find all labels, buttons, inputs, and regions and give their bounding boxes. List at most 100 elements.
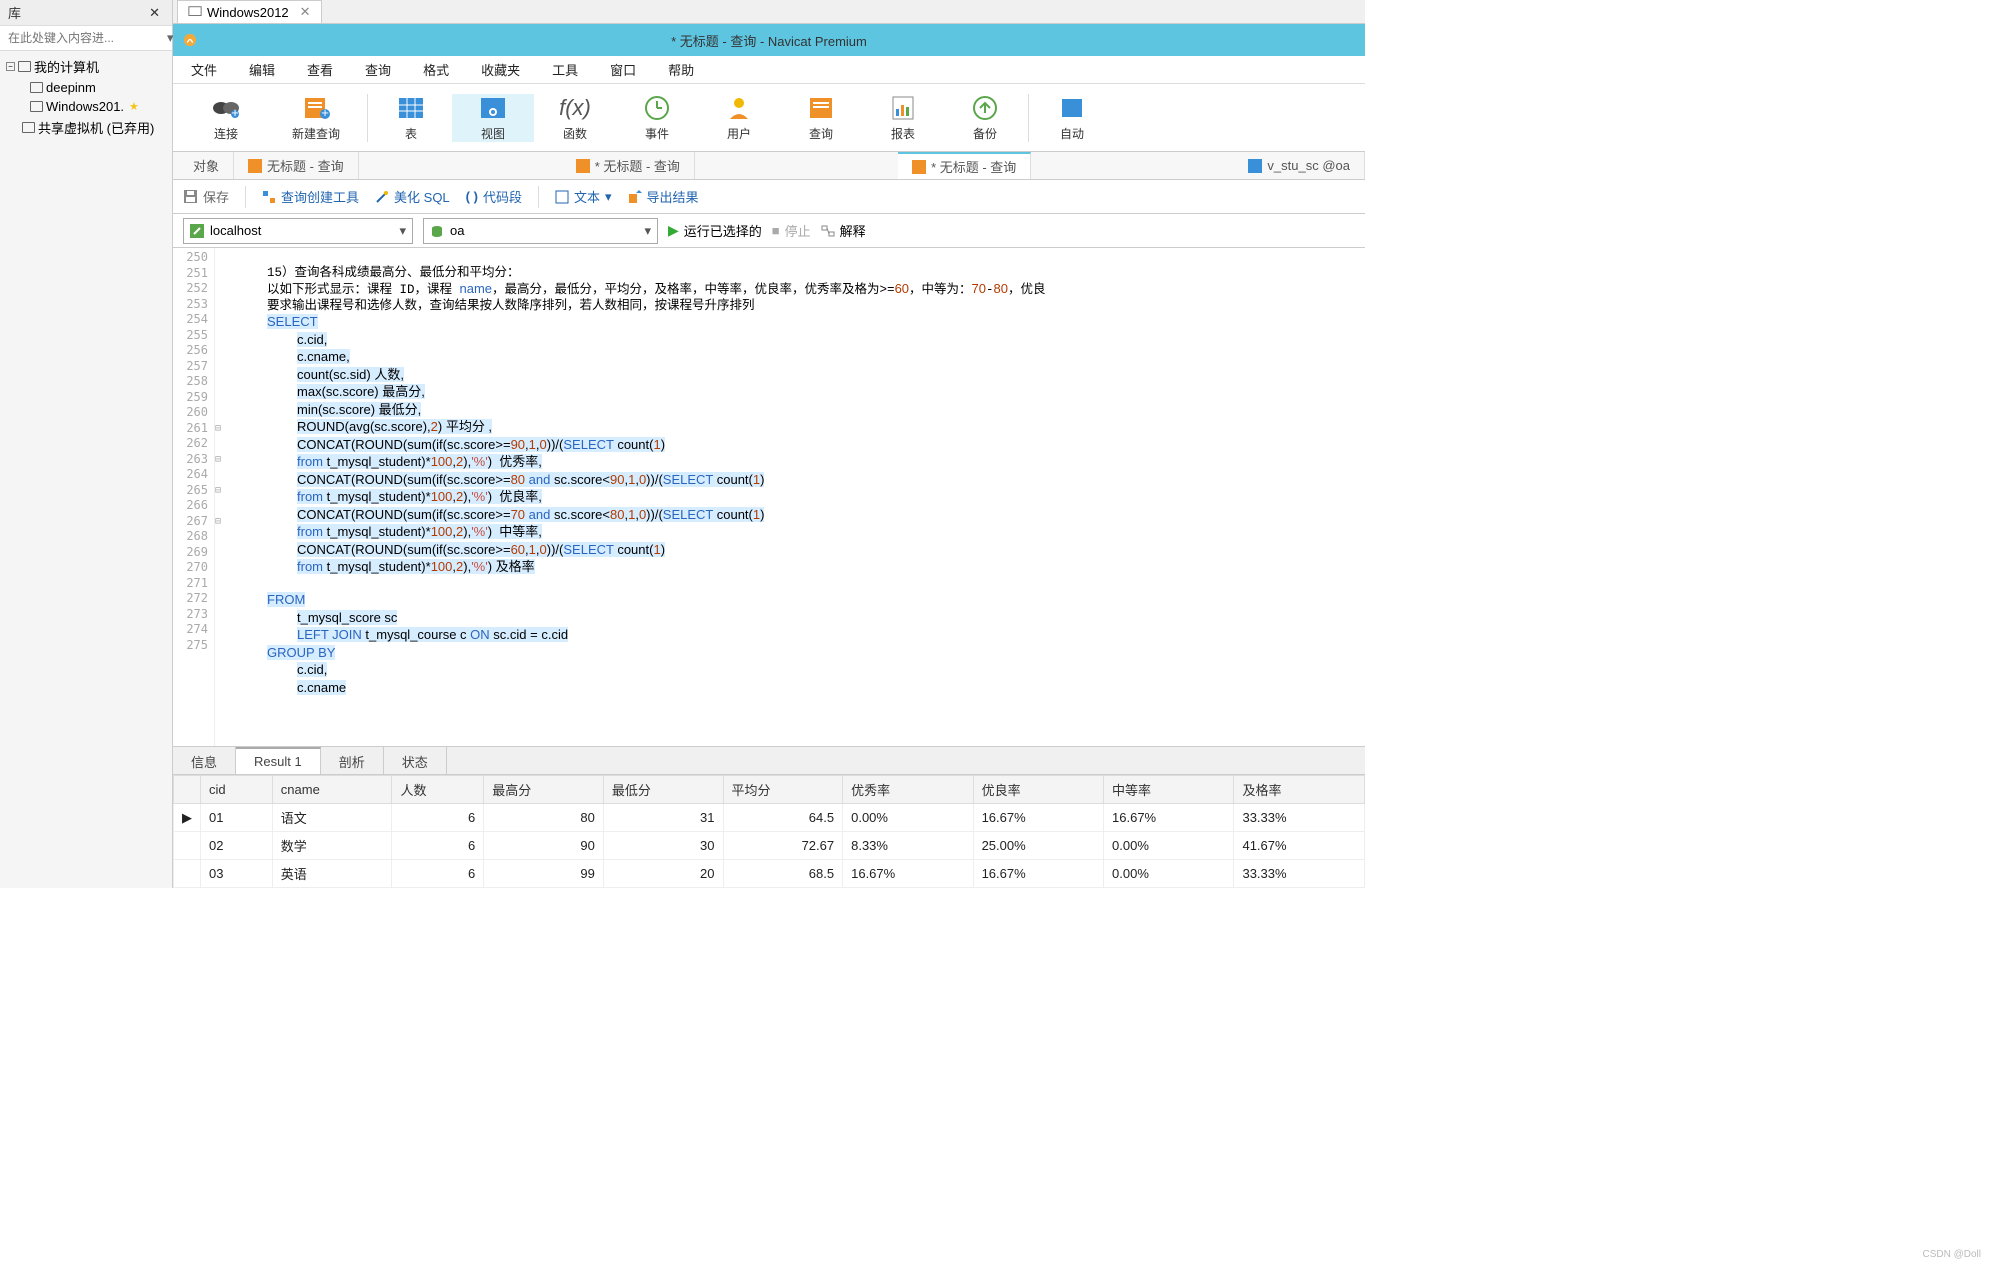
- collapse-icon[interactable]: −: [6, 62, 15, 71]
- code-editor[interactable]: 250 251 252 253 254 255 256 257 258 259 …: [173, 248, 1365, 746]
- menu-window[interactable]: 窗口: [610, 60, 636, 79]
- menu-help[interactable]: 帮助: [668, 60, 694, 79]
- result-tab-result1[interactable]: Result 1: [236, 747, 321, 774]
- vm-tab[interactable]: Windows2012 ✕: [177, 0, 322, 23]
- view-icon: [479, 96, 507, 120]
- chevron-down-icon: ▾: [605, 189, 612, 205]
- menu-view[interactable]: 查看: [307, 60, 333, 79]
- text-button[interactable]: 文本▾: [555, 187, 612, 206]
- menu-query[interactable]: 查询: [365, 60, 391, 79]
- table-icon: [397, 96, 425, 120]
- navicat-logo-icon: [183, 33, 197, 47]
- run-button[interactable]: ▶运行已选择的: [668, 221, 762, 240]
- table-row[interactable]: ▶01语文6803164.50.00%16.67%16.67%33.33%: [174, 804, 1365, 832]
- tab-query-2[interactable]: * 无标题 - 查询: [562, 152, 695, 179]
- text-icon: [555, 190, 569, 204]
- close-icon[interactable]: ✕: [300, 4, 311, 20]
- tree-item-deepinm[interactable]: deepinm: [2, 78, 170, 97]
- beautify-button[interactable]: 美化 SQL: [375, 187, 450, 206]
- tree: − 我的计算机 deepinm Windows201. ★ 共享虚拟机 (已弃用…: [0, 51, 172, 143]
- close-icon[interactable]: ✕: [145, 5, 164, 21]
- tree-item-shared[interactable]: 共享虚拟机 (已弃用): [2, 116, 170, 139]
- grid-header[interactable]: cid: [201, 776, 273, 804]
- grid-header[interactable]: 最高分: [484, 776, 604, 804]
- result-tab-status[interactable]: 状态: [384, 747, 447, 774]
- title-bar: * 无标题 - 查询 - Navicat Premium: [173, 24, 1365, 56]
- tool-report[interactable]: 报表: [862, 94, 944, 142]
- vm-icon: [30, 101, 43, 112]
- document-tab-bar: 对象 无标题 - 查询 * 无标题 - 查询 * 无标题 - 查询 v_stu_…: [173, 152, 1365, 180]
- clock-icon: [644, 95, 670, 121]
- tool-user[interactable]: 用户: [698, 94, 780, 142]
- vm-tab-bar: Windows2012 ✕: [173, 0, 1365, 24]
- report-icon: [891, 95, 915, 121]
- db-combo[interactable]: oa▾: [423, 218, 658, 244]
- result-tab-profile[interactable]: 剖析: [321, 747, 384, 774]
- play-icon: ▶: [668, 222, 679, 239]
- fx-icon: f(x): [559, 95, 591, 121]
- tool-view[interactable]: 视图: [452, 94, 534, 142]
- grid-header[interactable]: 优良率: [973, 776, 1103, 804]
- table-row[interactable]: 03英语6992068.516.67%16.67%0.00%33.33%: [174, 860, 1365, 888]
- plug-icon: [190, 224, 204, 238]
- result-tab-info[interactable]: 信息: [173, 747, 236, 774]
- grid-header[interactable]: cname: [272, 776, 392, 804]
- ribbon-toolbar: +连接 +新建查询 表 视图 f(x)函数 事件 用户 查询 报表 备份 自动: [173, 84, 1365, 152]
- computer-icon: [18, 61, 31, 72]
- tool-query[interactable]: 查询: [780, 94, 862, 142]
- tab-query-3-active[interactable]: * 无标题 - 查询: [898, 152, 1031, 179]
- tool-backup[interactable]: 备份: [944, 94, 1026, 142]
- builder-icon: [262, 190, 276, 204]
- grid-header[interactable]: 优秀率: [843, 776, 973, 804]
- query-builder-button[interactable]: 查询创建工具: [262, 187, 359, 206]
- chevron-down-icon: ▾: [644, 223, 651, 239]
- explain-button[interactable]: 解释: [821, 221, 866, 240]
- export-button[interactable]: 导出结果: [628, 187, 699, 206]
- grid-header[interactable]: 最低分: [603, 776, 723, 804]
- tool-connection[interactable]: +连接: [185, 94, 267, 142]
- result-grid[interactable]: cidcname人数最高分最低分平均分优秀率优良率中等率及格率 ▶01语文680…: [173, 774, 1365, 888]
- tree-item-windows[interactable]: Windows201. ★: [2, 97, 170, 116]
- query-tab-icon: [248, 159, 262, 173]
- stop-button[interactable]: ■停止: [772, 221, 811, 240]
- save-button[interactable]: 保存: [183, 187, 229, 206]
- svg-text:+: +: [321, 105, 329, 120]
- menu-file[interactable]: 文件: [191, 60, 217, 79]
- wand-icon: [375, 190, 389, 204]
- backup-icon: [972, 95, 998, 121]
- tab-view[interactable]: v_stu_sc @oa: [1234, 152, 1365, 179]
- grid-header[interactable]: 及格率: [1234, 776, 1365, 804]
- host-combo[interactable]: localhost▾: [183, 218, 413, 244]
- fold-column[interactable]: ⊟ ⊟ ⊟ ⊟: [215, 248, 233, 746]
- grid-header[interactable]: 中等率: [1104, 776, 1234, 804]
- query-icon: [808, 96, 834, 120]
- line-gutter: 250 251 252 253 254 255 256 257 258 259 …: [173, 248, 215, 746]
- menu-bar: 文件 编辑 查看 查询 格式 收藏夹 工具 窗口 帮助: [173, 56, 1365, 84]
- brackets-icon: ( ): [466, 189, 478, 204]
- menu-tools[interactable]: 工具: [552, 60, 578, 79]
- tool-table[interactable]: 表: [370, 94, 452, 142]
- code-area[interactable]: 15）查询各科成绩最高分、最低分和平均分： 以如下形式显示：课程 ID，课程 n…: [233, 248, 1365, 746]
- explain-icon: [821, 224, 835, 238]
- stop-icon: ■: [772, 223, 780, 238]
- search-input[interactable]: [8, 31, 163, 45]
- export-icon: [628, 190, 642, 204]
- snippet-button[interactable]: ( )代码段: [466, 187, 522, 206]
- table-row[interactable]: 02数学6903072.678.33%25.00%0.00%41.67%: [174, 832, 1365, 860]
- tool-event[interactable]: 事件: [616, 94, 698, 142]
- save-icon: [183, 189, 198, 204]
- menu-edit[interactable]: 编辑: [249, 60, 275, 79]
- tool-automation[interactable]: 自动: [1031, 94, 1113, 142]
- menu-favorites[interactable]: 收藏夹: [481, 60, 520, 79]
- tab-query-1[interactable]: 无标题 - 查询: [234, 152, 359, 179]
- tool-new-query[interactable]: +新建查询: [267, 94, 365, 142]
- grid-header[interactable]: 人数: [392, 776, 484, 804]
- tool-function[interactable]: f(x)函数: [534, 94, 616, 142]
- window-title: * 无标题 - 查询 - Navicat Premium: [671, 31, 867, 50]
- library-title: 库: [8, 3, 21, 22]
- tab-objects[interactable]: 对象: [179, 152, 234, 179]
- plug-icon: +: [211, 95, 241, 121]
- grid-header[interactable]: 平均分: [723, 776, 843, 804]
- tree-root[interactable]: − 我的计算机: [2, 55, 170, 78]
- menu-format[interactable]: 格式: [423, 60, 449, 79]
